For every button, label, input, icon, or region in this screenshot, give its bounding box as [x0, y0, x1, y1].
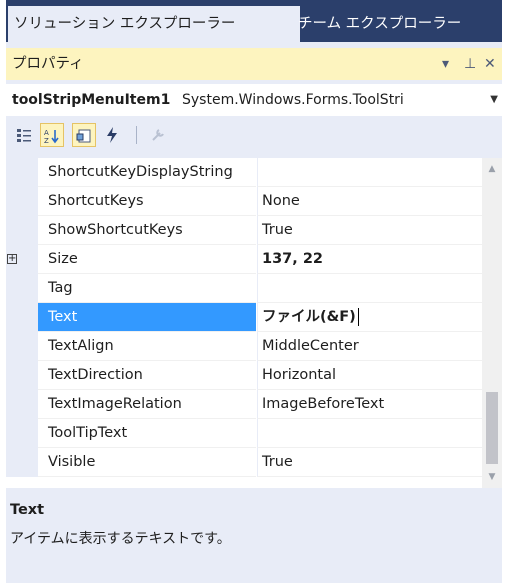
property-name: TextAlign: [38, 332, 256, 361]
property-value-editor[interactable]: ファイル(&F): [257, 303, 482, 332]
tab-team-explorer[interactable]: チーム エクスプローラー: [292, 6, 508, 42]
selected-object-type: System.Windows.Forms.ToolStri: [182, 92, 404, 108]
property-value[interactable]: True: [257, 216, 482, 245]
scroll-up-icon[interactable]: ▲: [482, 160, 502, 178]
vertical-scrollbar[interactable]: ▲ ▼: [482, 158, 502, 488]
pin-icon[interactable]: ⊥: [464, 48, 476, 80]
property-row[interactable]: + Size 137, 22: [6, 245, 482, 274]
property-name: Visible: [38, 448, 256, 477]
chevron-down-icon[interactable]: ▼: [490, 84, 498, 116]
svg-text:Z: Z: [44, 137, 49, 145]
chevron-down-icon[interactable]: ▾: [442, 48, 449, 80]
property-value[interactable]: ImageBeforeText: [257, 390, 482, 419]
scrollbar-thumb[interactable]: [486, 392, 498, 464]
expand-icon[interactable]: +: [7, 254, 17, 264]
description-text: アイテムに表示するテキストです。: [10, 531, 231, 547]
row-gutter: [6, 274, 38, 303]
property-name: ShortcutKeys: [38, 187, 256, 216]
property-name: Text: [38, 303, 256, 332]
property-name: ShortcutKeyDisplayString: [38, 158, 256, 187]
description-title: Text: [10, 502, 45, 518]
property-row[interactable]: ShowShortcutKeys True: [6, 216, 482, 245]
property-row-selected[interactable]: Text ファイル(&F): [6, 303, 482, 332]
events-icon[interactable]: [100, 123, 124, 147]
property-value[interactable]: MiddleCenter: [257, 332, 482, 361]
toolbar-separator: [136, 126, 137, 144]
property-value[interactable]: [257, 274, 482, 303]
row-gutter: [6, 332, 38, 361]
property-name: ShowShortcutKeys: [38, 216, 256, 245]
svg-text:A: A: [44, 129, 49, 137]
property-name: Tag: [38, 274, 256, 303]
property-name: TextDirection: [38, 361, 256, 390]
property-row[interactable]: Visible True: [6, 448, 482, 477]
property-value-text: ファイル(&F): [262, 309, 356, 325]
property-name: ToolTipText: [38, 419, 256, 448]
property-row[interactable]: TextImageRelation ImageBeforeText: [6, 390, 482, 419]
row-gutter: [6, 361, 38, 390]
property-pages-icon[interactable]: [146, 123, 170, 147]
panel-title: プロパティ: [12, 56, 84, 72]
property-row[interactable]: ToolTipText: [6, 419, 482, 448]
property-row[interactable]: Tag: [6, 274, 482, 303]
text-caret: [357, 308, 359, 326]
property-value[interactable]: [257, 419, 482, 448]
row-gutter: [6, 448, 38, 477]
property-row[interactable]: ShortcutKeys None: [6, 187, 482, 216]
row-gutter: [6, 158, 38, 187]
categorized-icon[interactable]: [12, 123, 36, 147]
row-gutter: [6, 187, 38, 216]
alphabetical-icon[interactable]: AZ: [40, 123, 64, 147]
property-name: TextImageRelation: [38, 390, 256, 419]
property-row[interactable]: ShortcutKeyDisplayString: [6, 158, 482, 187]
property-value[interactable]: True: [257, 448, 482, 477]
tool-window-tab-strip: ソリューション エクスプローラー チーム エクスプローラー: [6, 0, 502, 42]
property-value[interactable]: Horizontal: [257, 361, 482, 390]
property-value[interactable]: None: [257, 187, 482, 216]
property-row[interactable]: TextAlign MiddleCenter: [6, 332, 482, 361]
selected-object-name: toolStripMenuItem1: [12, 92, 171, 108]
tab-solution-explorer[interactable]: ソリューション エクスプローラー: [8, 6, 300, 42]
close-icon[interactable]: ✕: [484, 48, 496, 80]
scroll-down-icon[interactable]: ▼: [482, 468, 502, 486]
description-pane: Text アイテムに表示するテキストです。: [6, 496, 502, 570]
property-value[interactable]: [257, 158, 482, 187]
row-gutter: [6, 390, 38, 419]
property-name: Size: [38, 245, 256, 274]
properties-icon[interactable]: [72, 123, 96, 147]
row-gutter: [6, 303, 38, 332]
object-selector-dropdown[interactable]: toolStripMenuItem1 System.Windows.Forms.…: [6, 84, 502, 116]
properties-window: ソリューション エクスプローラー チーム エクスプローラー プロパティ ▾ ⊥ …: [6, 0, 502, 583]
row-gutter: +: [6, 245, 38, 274]
property-value[interactable]: 137, 22: [257, 245, 482, 274]
row-gutter: [6, 419, 38, 448]
property-grid: ShortcutKeyDisplayString ShortcutKeys No…: [6, 158, 502, 488]
property-row[interactable]: TextDirection Horizontal: [6, 361, 482, 390]
row-gutter: [6, 216, 38, 245]
properties-toolbar: AZ: [6, 120, 502, 150]
properties-panel-header: プロパティ ▾ ⊥ ✕: [6, 48, 502, 80]
